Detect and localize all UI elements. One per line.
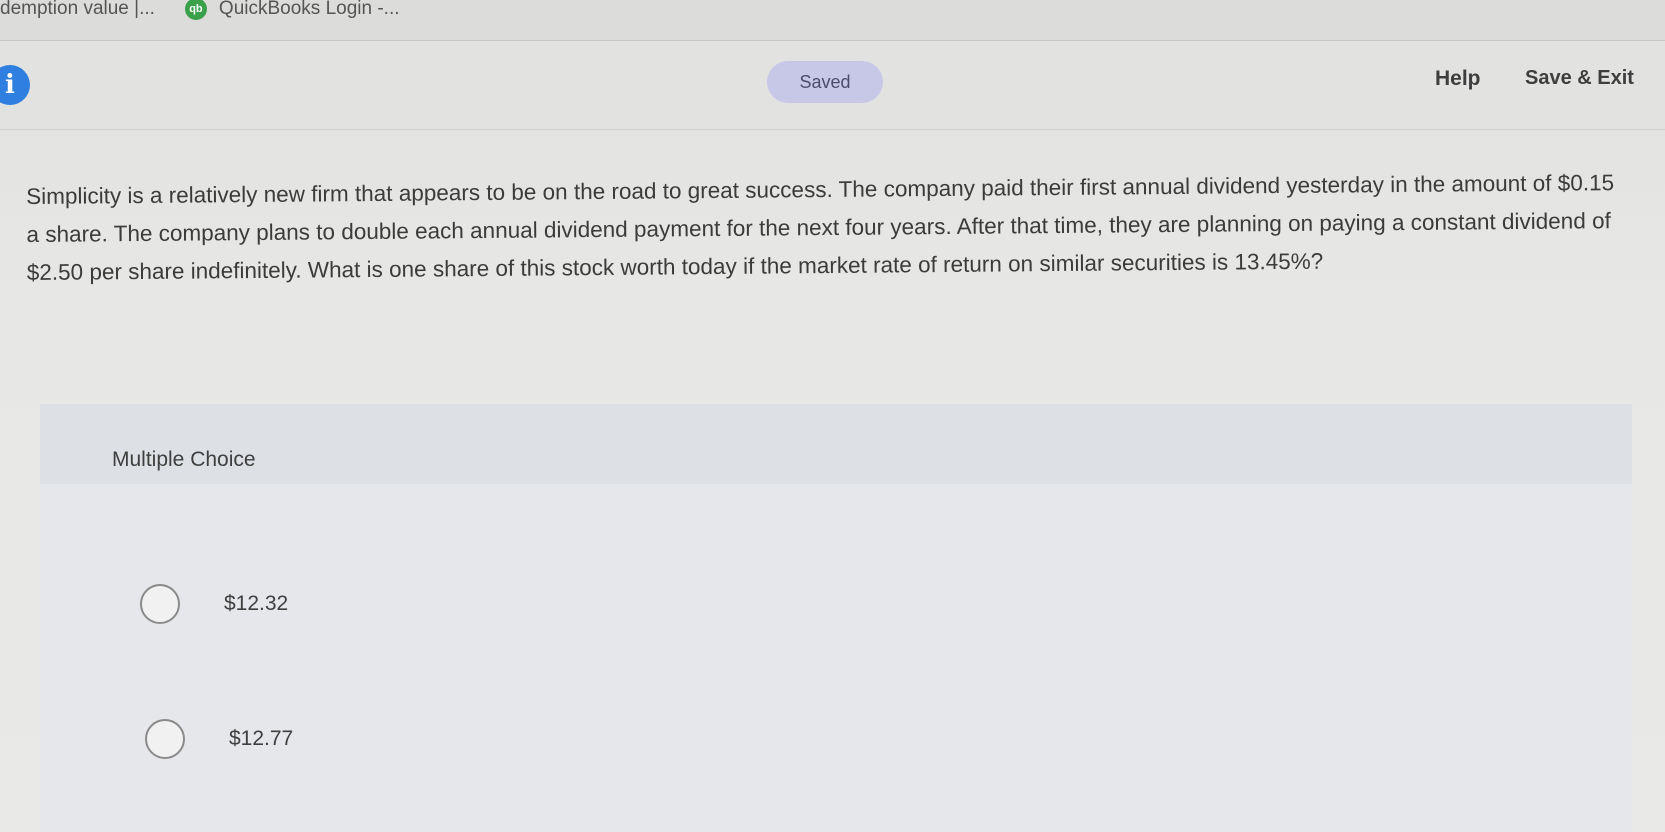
question-text: Simplicity is a relatively new firm that… bbox=[26, 170, 1615, 285]
multiple-choice-title: Multiple Choice bbox=[112, 448, 256, 471]
multiple-choice-panel: Multiple Choice $12.32 $12.77 bbox=[40, 404, 1632, 832]
answer-option-label: $12.32 bbox=[224, 592, 289, 615]
bookmark-redemption-value[interactable]: demption value |... bbox=[0, 0, 155, 20]
bookmark-label: demption value |... bbox=[0, 0, 155, 19]
help-button[interactable]: Help bbox=[1435, 67, 1481, 91]
save-exit-button[interactable]: Save & Exit bbox=[1525, 67, 1634, 90]
bookmark-label: QuickBooks Login -... bbox=[218, 0, 400, 19]
bookmarks-bar: demption value |... qb QuickBooks Login … bbox=[0, 0, 1665, 41]
saved-status-badge: Saved bbox=[767, 61, 883, 103]
bookmark-quickbooks-login[interactable]: qb QuickBooks Login -... bbox=[184, 0, 400, 20]
info-icon[interactable]: i bbox=[0, 65, 30, 105]
multiple-choice-header: Multiple Choice bbox=[40, 404, 1632, 484]
answer-option-2[interactable]: $12.77 bbox=[145, 719, 293, 759]
answer-option-label: $12.77 bbox=[229, 727, 294, 750]
radio-button[interactable] bbox=[145, 719, 185, 759]
page: demption value |... qb QuickBooks Login … bbox=[0, 0, 1665, 832]
answer-option-1[interactable]: $12.32 bbox=[140, 584, 288, 624]
assignment-header: i Saved Help Save & Exit bbox=[0, 41, 1665, 130]
radio-button[interactable] bbox=[140, 584, 180, 624]
quickbooks-icon: qb bbox=[184, 0, 207, 20]
